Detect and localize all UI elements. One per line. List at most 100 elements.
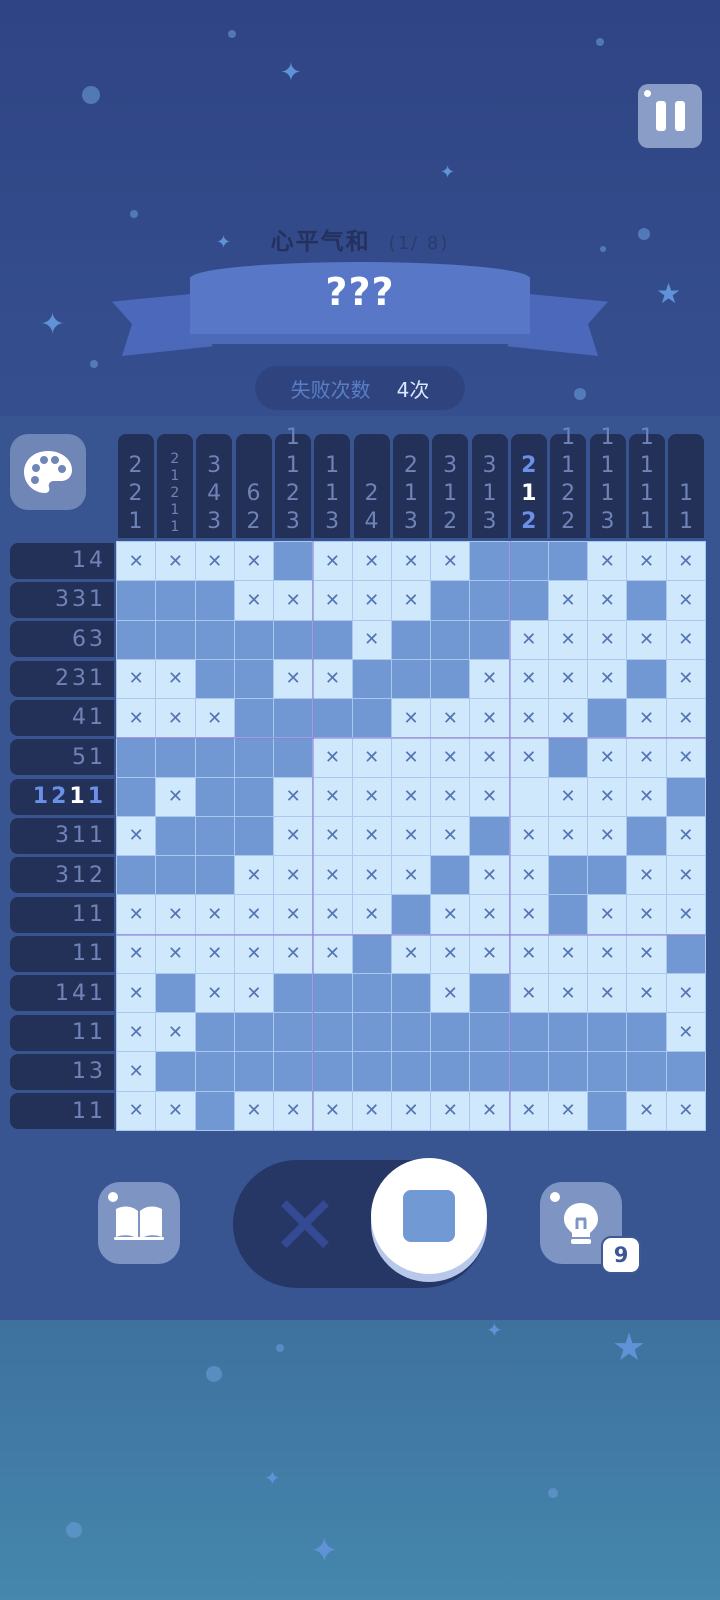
crossed-cell[interactable]: ✕ bbox=[313, 738, 352, 777]
filled-cell[interactable] bbox=[195, 816, 234, 856]
filled-cell[interactable] bbox=[352, 1013, 391, 1052]
crossed-cell[interactable]: ✕ bbox=[431, 895, 470, 934]
nonogram-grid[interactable]: ✕ ✕ ✕ ✕ ✕ ✕ ✕ ✕ ✕ ✕ ✕ ✕ ✕ ✕ ✕ ✕ ✕ ✕ ✕ ✕ ✕ ✕ ✕ ✕ ✕ ✕ ✕ ✕ ✕ ✕ ✕ ✕ ✕ ✕ ✕ ✕ ✕ ✕ ✕ ✕… bbox=[116, 541, 706, 1131]
crossed-cell[interactable]: ✕ bbox=[627, 738, 666, 777]
filled-cell[interactable] bbox=[666, 1052, 705, 1091]
crossed-cell[interactable]: ✕ bbox=[313, 659, 352, 699]
crossed-cell[interactable]: ✕ bbox=[117, 1013, 156, 1052]
filled-cell[interactable] bbox=[274, 1013, 313, 1052]
crossed-cell[interactable]: ✕ bbox=[627, 777, 666, 816]
crossed-cell[interactable]: ✕ bbox=[627, 973, 666, 1013]
crossed-cell[interactable]: ✕ bbox=[470, 934, 509, 973]
crossed-cell[interactable]: ✕ bbox=[588, 542, 627, 581]
crossed-cell[interactable]: ✕ bbox=[391, 581, 431, 620]
crossed-cell[interactable]: ✕ bbox=[431, 738, 470, 777]
crossed-cell[interactable]: ✕ bbox=[117, 973, 156, 1013]
crossed-cell[interactable]: ✕ bbox=[313, 542, 352, 581]
crossed-cell[interactable]: ✕ bbox=[156, 1091, 195, 1130]
crossed-cell[interactable]: ✕ bbox=[470, 777, 509, 816]
cross-mode-icon[interactable]: ✕ bbox=[270, 1186, 340, 1268]
crossed-cell[interactable]: ✕ bbox=[117, 699, 156, 738]
crossed-cell[interactable]: ✕ bbox=[391, 816, 431, 856]
filled-cell[interactable] bbox=[588, 856, 627, 895]
crossed-cell[interactable]: ✕ bbox=[627, 1091, 666, 1130]
filled-cell[interactable] bbox=[509, 581, 548, 620]
crossed-cell[interactable]: ✕ bbox=[156, 895, 195, 934]
filled-cell[interactable] bbox=[313, 699, 352, 738]
crossed-cell[interactable]: ✕ bbox=[548, 777, 588, 816]
filled-cell[interactable] bbox=[117, 738, 156, 777]
crossed-cell[interactable]: ✕ bbox=[470, 699, 509, 738]
crossed-cell[interactable]: ✕ bbox=[666, 1013, 705, 1052]
crossed-cell[interactable]: ✕ bbox=[666, 699, 705, 738]
filled-cell[interactable] bbox=[234, 738, 274, 777]
palette-button[interactable] bbox=[10, 434, 86, 510]
crossed-cell[interactable]: ✕ bbox=[117, 1052, 156, 1091]
crossed-cell[interactable]: ✕ bbox=[391, 542, 431, 581]
filled-cell[interactable] bbox=[431, 659, 470, 699]
filled-cell[interactable] bbox=[588, 1091, 627, 1130]
crossed-cell[interactable]: ✕ bbox=[509, 659, 548, 699]
crossed-cell[interactable]: ✕ bbox=[313, 895, 352, 934]
filled-cell[interactable] bbox=[274, 699, 313, 738]
filled-cell[interactable] bbox=[548, 1013, 588, 1052]
filled-cell[interactable] bbox=[627, 816, 666, 856]
crossed-cell[interactable]: ✕ bbox=[234, 1091, 274, 1130]
crossed-cell[interactable]: ✕ bbox=[588, 934, 627, 973]
crossed-cell[interactable]: ✕ bbox=[117, 1091, 156, 1130]
crossed-cell[interactable]: ✕ bbox=[156, 1013, 195, 1052]
filled-cell[interactable] bbox=[509, 542, 548, 581]
crossed-cell[interactable]: ✕ bbox=[627, 620, 666, 659]
filled-cell[interactable] bbox=[195, 738, 234, 777]
crossed-cell[interactable]: ✕ bbox=[156, 699, 195, 738]
crossed-cell[interactable]: ✕ bbox=[588, 738, 627, 777]
crossed-cell[interactable]: ✕ bbox=[509, 895, 548, 934]
crossed-cell[interactable]: ✕ bbox=[666, 856, 705, 895]
crossed-cell[interactable]: ✕ bbox=[352, 895, 391, 934]
filled-cell[interactable] bbox=[470, 816, 509, 856]
filled-cell[interactable] bbox=[274, 542, 313, 581]
crossed-cell[interactable]: ✕ bbox=[548, 934, 588, 973]
crossed-cell[interactable]: ✕ bbox=[588, 581, 627, 620]
filled-cell[interactable] bbox=[548, 856, 588, 895]
filled-cell[interactable] bbox=[588, 1013, 627, 1052]
filled-cell[interactable] bbox=[588, 699, 627, 738]
crossed-cell[interactable]: ✕ bbox=[352, 620, 391, 659]
filled-cell[interactable] bbox=[274, 738, 313, 777]
crossed-cell[interactable]: ✕ bbox=[509, 816, 548, 856]
crossed-cell[interactable]: ✕ bbox=[117, 816, 156, 856]
filled-cell[interactable] bbox=[156, 856, 195, 895]
crossed-cell[interactable]: ✕ bbox=[666, 973, 705, 1013]
crossed-cell[interactable]: ✕ bbox=[666, 542, 705, 581]
filled-cell[interactable] bbox=[234, 816, 274, 856]
filled-cell[interactable] bbox=[470, 542, 509, 581]
filled-cell[interactable] bbox=[195, 777, 234, 816]
crossed-cell[interactable]: ✕ bbox=[588, 895, 627, 934]
crossed-cell[interactable]: ✕ bbox=[156, 542, 195, 581]
crossed-cell[interactable]: ✕ bbox=[234, 895, 274, 934]
crossed-cell[interactable]: ✕ bbox=[274, 856, 313, 895]
filled-cell[interactable] bbox=[274, 973, 313, 1013]
crossed-cell[interactable]: ✕ bbox=[627, 699, 666, 738]
filled-cell[interactable] bbox=[548, 542, 588, 581]
crossed-cell[interactable]: ✕ bbox=[352, 777, 391, 816]
filled-cell[interactable] bbox=[509, 1052, 548, 1091]
crossed-cell[interactable]: ✕ bbox=[117, 659, 156, 699]
crossed-cell[interactable]: ✕ bbox=[548, 973, 588, 1013]
crossed-cell[interactable]: ✕ bbox=[627, 934, 666, 973]
crossed-cell[interactable]: ✕ bbox=[195, 973, 234, 1013]
filled-cell[interactable] bbox=[234, 659, 274, 699]
crossed-cell[interactable]: ✕ bbox=[274, 934, 313, 973]
crossed-cell[interactable]: ✕ bbox=[431, 542, 470, 581]
filled-cell[interactable] bbox=[195, 659, 234, 699]
crossed-cell[interactable]: ✕ bbox=[666, 581, 705, 620]
pause-button[interactable] bbox=[638, 84, 702, 148]
crossed-cell[interactable]: ✕ bbox=[470, 895, 509, 934]
filled-cell[interactable] bbox=[156, 620, 195, 659]
filled-cell[interactable] bbox=[234, 699, 274, 738]
crossed-cell[interactable]: ✕ bbox=[548, 699, 588, 738]
filled-cell[interactable] bbox=[156, 738, 195, 777]
crossed-cell[interactable]: ✕ bbox=[470, 738, 509, 777]
crossed-cell[interactable]: ✕ bbox=[117, 895, 156, 934]
crossed-cell[interactable]: ✕ bbox=[548, 620, 588, 659]
